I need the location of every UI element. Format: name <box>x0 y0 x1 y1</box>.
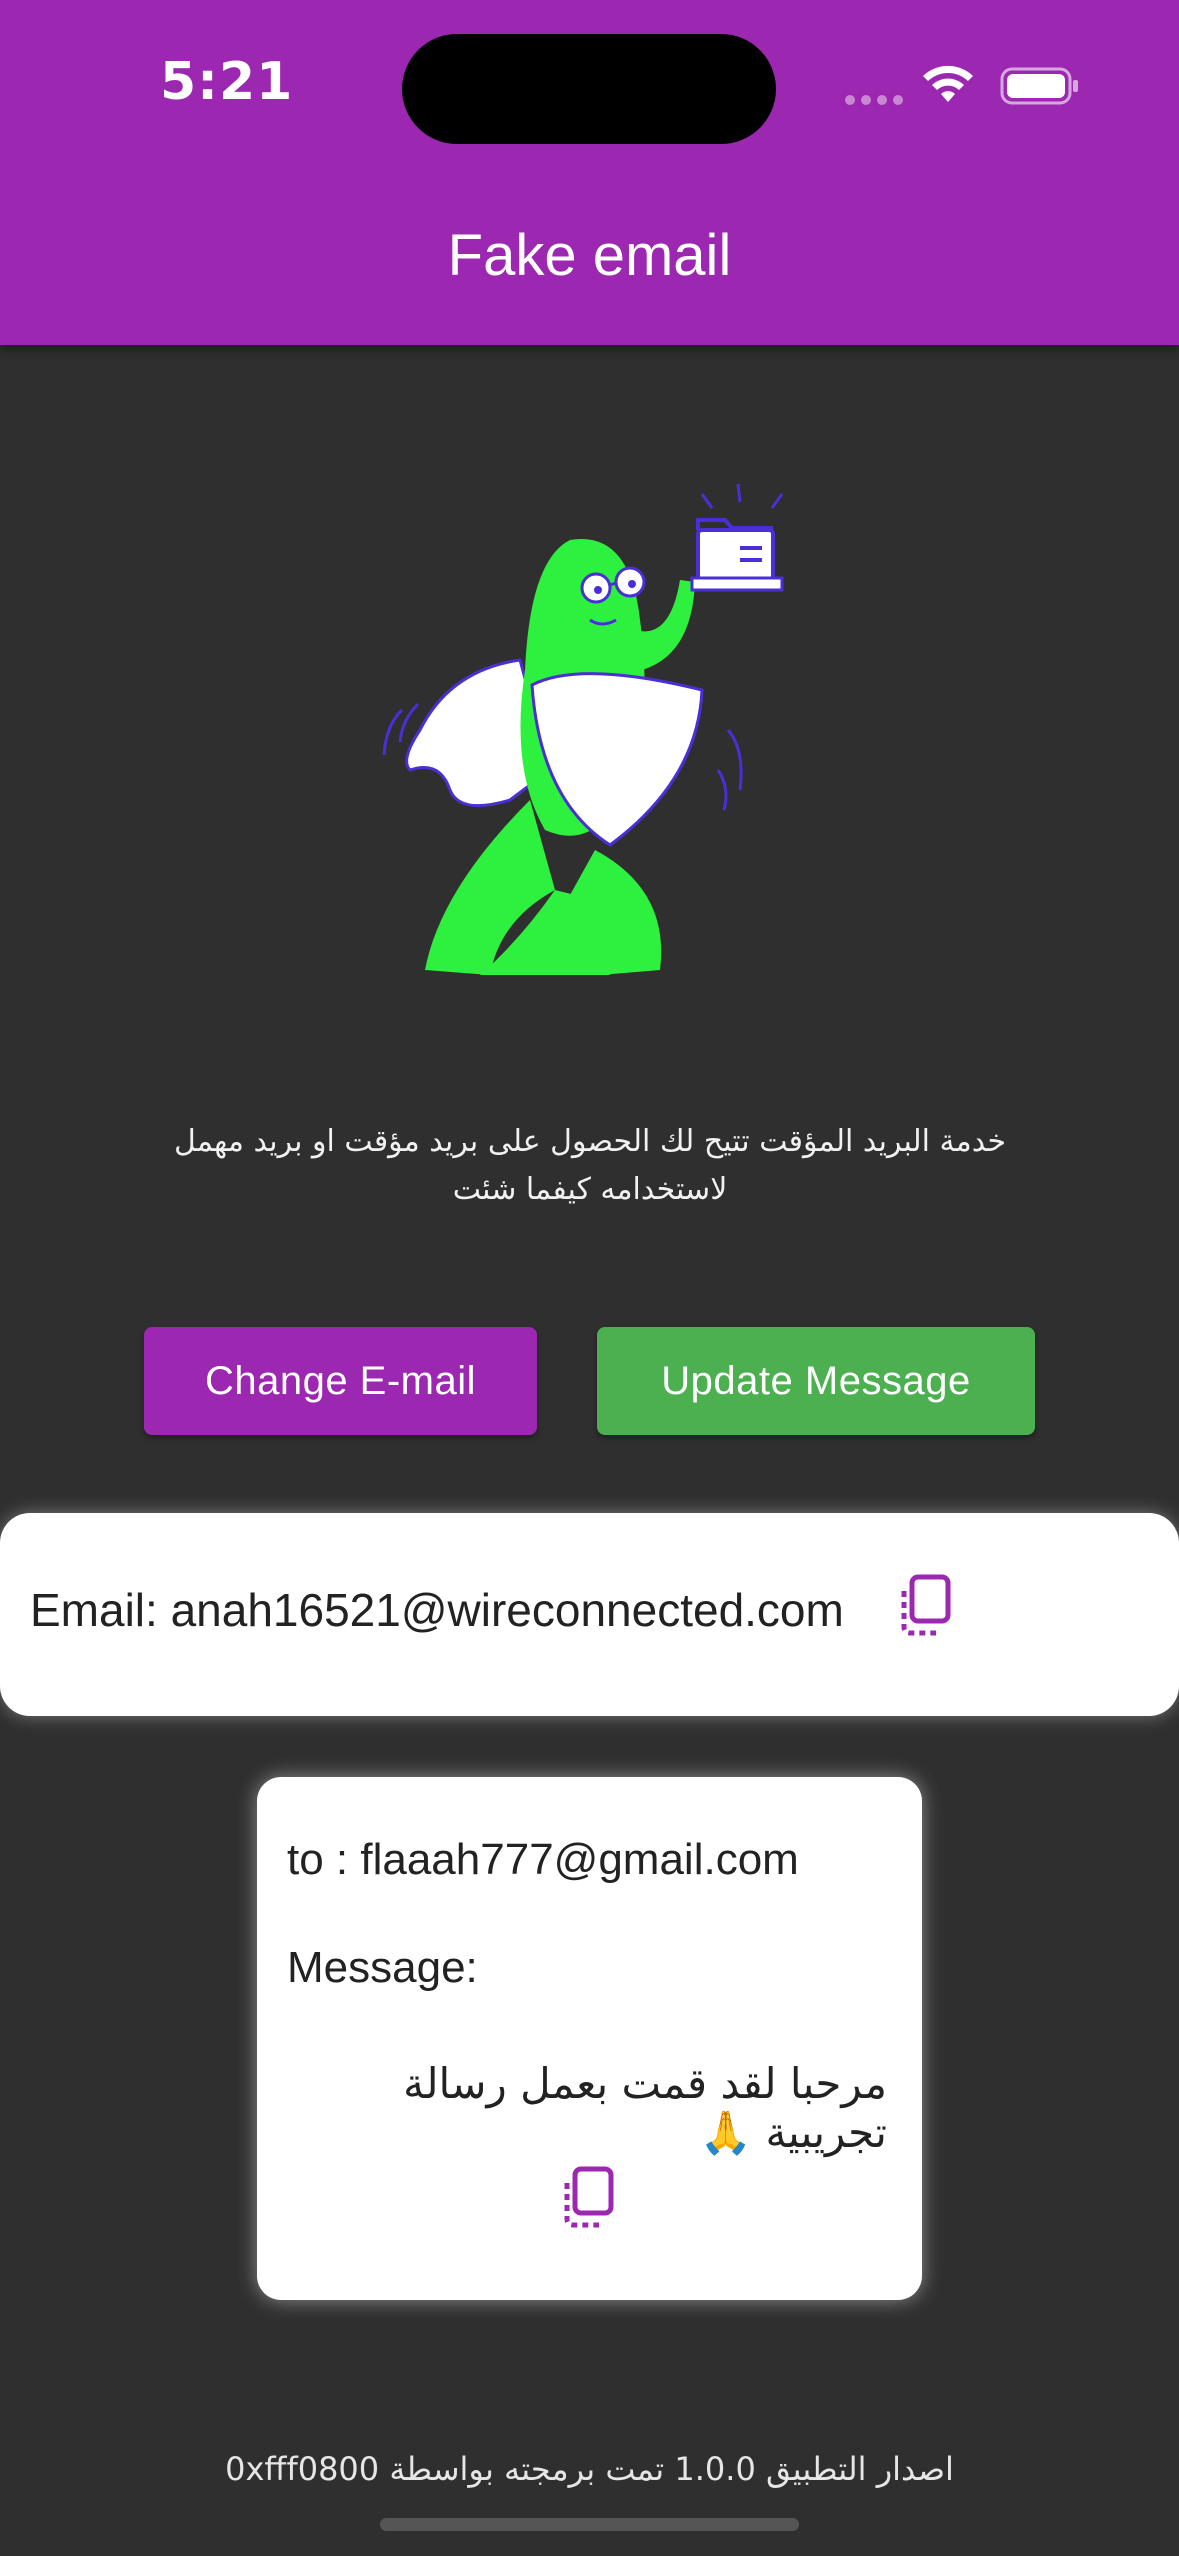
change-email-button[interactable]: Change E-mail <box>144 1327 537 1435</box>
status-time: 5:21 <box>160 52 294 112</box>
hero-illustration <box>382 483 784 975</box>
email-card: Email: anah16521@wireconnected.com <box>0 1513 1179 1716</box>
cellular-signal-icon <box>845 95 903 105</box>
service-description: خدمة البريد المؤقت تتيح لك الحصول على بر… <box>173 1124 1007 1207</box>
wifi-icon <box>923 65 973 102</box>
dynamic-island <box>402 34 776 144</box>
update-message-button[interactable]: Update Message <box>597 1327 1035 1435</box>
page-title: Fake email <box>447 223 732 288</box>
home-indicator[interactable] <box>380 2518 799 2531</box>
copy-icon[interactable] <box>559 2165 619 2231</box>
message-label: Message: <box>287 1943 478 1992</box>
message-body: مرحبا لقد قمت بعمل رسالة تجريبية 🙏 <box>403 2059 887 2157</box>
message-card: to : flaaah777@gmail.com Message: مرحبا … <box>257 1777 922 2300</box>
copy-icon[interactable] <box>896 1573 956 1639</box>
app-bar: 5:21 Fake email <box>0 0 1179 345</box>
message-recipient: to : flaaah777@gmail.com <box>287 1835 799 1884</box>
email-address: Email: anah16521@wireconnected.com <box>30 1584 844 1636</box>
app-version-footer: اصدار التطبيق 1.0.0 تمت برمجته بواسطة 0x… <box>225 2450 954 2488</box>
battery-icon <box>1000 67 1078 105</box>
